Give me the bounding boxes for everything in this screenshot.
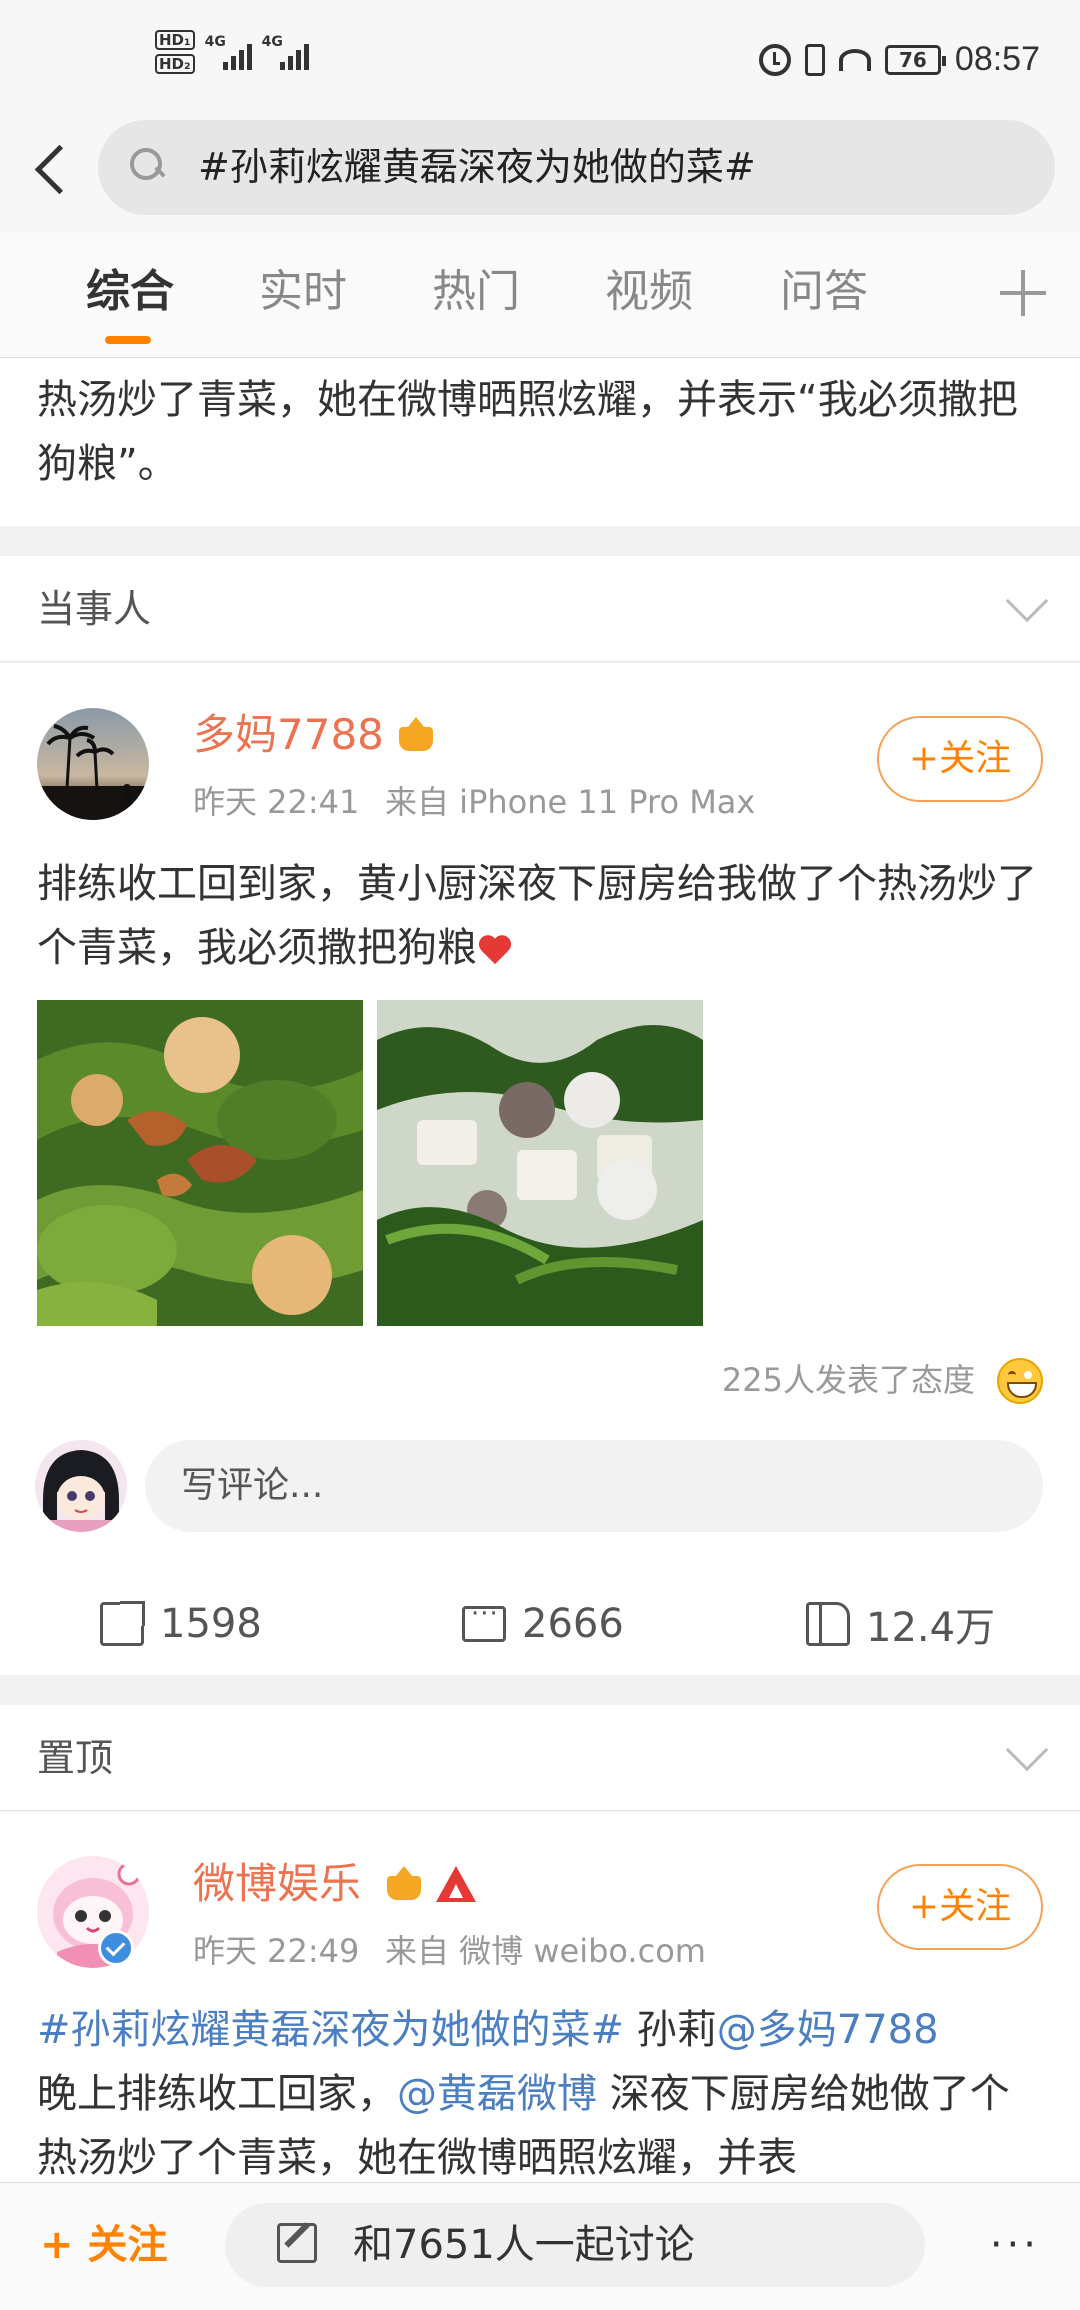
post-text: #孙莉炫耀黄磊深夜为她做的菜# 孙莉@多妈7788 晚上排练收工回家，@黄磊微博 … — [37, 1998, 1047, 2178]
follow-button[interactable]: +关注 — [877, 1864, 1043, 1950]
follow-button[interactable]: +关注 — [877, 716, 1043, 802]
username[interactable]: 多妈7788 — [193, 707, 384, 763]
post-text-body: 排练收工回到家，黄小厨深夜下厨房给我做了个热汤炒了个青菜，我必须撒把狗粮 — [37, 861, 1037, 971]
post-text-b: 晚上排练收工回家， — [37, 2071, 397, 2117]
like-count: 12.4万 — [866, 1605, 996, 1651]
previous-card: 热汤炒了青菜，她在微博晒照炫耀，并表示“我必须撒把狗粮”。 — [0, 358, 1080, 526]
vip-badge-icon — [436, 1866, 476, 1902]
tab-bar: 综合 实时 热门 视频 问答 — [0, 232, 1080, 358]
search-header: #孙莉炫耀黄磊深夜为她做的菜# — [0, 120, 1080, 232]
my-avatar — [35, 1440, 127, 1532]
speed-icon — [838, 48, 871, 71]
tab-qa[interactable]: 问答 — [780, 262, 868, 322]
post-source: 来自 微博 weibo.com — [385, 1932, 706, 1970]
discuss-label: 和7651人一起讨论 — [353, 2222, 695, 2268]
hd-badge: HD₁ HD₂ — [155, 30, 195, 74]
reactions-count[interactable]: 225人发表了态度 — [722, 1358, 975, 1402]
laugh-icon[interactable] — [997, 1358, 1043, 1404]
avatar[interactable] — [37, 708, 149, 820]
mention-link[interactable]: @黄磊微博 — [397, 2071, 597, 2117]
net1-label: 4G — [204, 34, 226, 50]
follow-topic-button[interactable]: + 关注 — [40, 2215, 167, 2275]
post-text: 排练收工回到家，黄小厨深夜下厨房给我做了个热汤炒了个青菜，我必须撒把狗粮 — [37, 852, 1047, 980]
battery-icon: 76 — [884, 44, 946, 75]
signal-icon: 4G — [262, 34, 309, 70]
section-header-party[interactable]: 当事人 — [0, 556, 1080, 662]
network-indicators: HD₁ HD₂ 4G 4G — [155, 30, 309, 74]
like-icon — [806, 1602, 850, 1646]
comment-count: 2666 — [522, 1601, 624, 1647]
post-time: 昨天 22:41 — [193, 783, 360, 821]
post-source: 来自 iPhone 11 Pro Max — [385, 783, 756, 821]
post-text-a: 孙莉 — [624, 2007, 717, 2053]
section-header-pinned[interactable]: 置顶 — [0, 1705, 1080, 1811]
section-title: 当事人 — [37, 587, 152, 631]
post-time: 昨天 22:49 — [193, 1932, 360, 1970]
search-input[interactable]: #孙莉炫耀黄磊深夜为她做的菜# — [98, 120, 1055, 215]
chevron-down-icon[interactable] — [1005, 579, 1049, 623]
system-indicators: 76 08:57 — [758, 40, 1040, 79]
more-icon[interactable]: ··· — [990, 2215, 1040, 2275]
edit-icon — [277, 2223, 317, 2263]
section-title: 置顶 — [37, 1736, 114, 1780]
discuss-button[interactable]: 和7651人一起讨论 — [225, 2203, 925, 2287]
mention-link[interactable]: @多妈7788 — [717, 2007, 939, 2053]
search-icon — [130, 148, 166, 184]
tab-video[interactable]: 视频 — [605, 262, 693, 322]
clock: 08:57 — [954, 40, 1040, 78]
crown-icon — [395, 715, 439, 755]
tab-hot[interactable]: 热门 — [432, 262, 520, 322]
hd1-label: HD₁ — [155, 30, 195, 50]
repost-count: 1598 — [160, 1601, 262, 1647]
alarm-icon — [758, 43, 791, 76]
hd2-label: HD₂ — [155, 54, 195, 74]
chevron-down-icon[interactable] — [1005, 1728, 1049, 1772]
hashtag-link[interactable]: #孙莉炫耀黄磊深夜为她做的菜# — [37, 2007, 624, 2053]
add-tab-icon[interactable] — [1000, 270, 1046, 316]
bottom-bar: + 关注 和7651人一起讨论 ··· — [0, 2182, 1080, 2310]
comment-button[interactable]: 2666 — [462, 1592, 624, 1656]
tab-comprehensive[interactable]: 综合 — [86, 262, 174, 322]
heart-icon — [477, 934, 513, 966]
back-button[interactable] — [28, 138, 78, 202]
comment-icon — [462, 1599, 506, 1642]
search-query: #孙莉炫耀黄磊深夜为她做的菜# — [198, 145, 756, 189]
post-photo[interactable] — [37, 1000, 363, 1326]
signal-icon: 4G — [205, 34, 252, 70]
like-button[interactable]: 12.4万 — [806, 1592, 995, 1656]
post-photo[interactable] — [377, 1000, 703, 1326]
repost-button[interactable]: 1598 — [100, 1592, 262, 1656]
previous-card-text: 热汤炒了青菜，她在微博晒照炫耀，并表示“我必须撒把狗粮”。 — [37, 377, 1018, 487]
tab-active-indicator — [105, 336, 151, 344]
net2-label: 4G — [261, 34, 283, 50]
share-icon — [100, 1601, 145, 1646]
username[interactable]: 微博娱乐 — [193, 1856, 361, 1912]
vibrate-icon — [804, 43, 825, 76]
verified-icon — [98, 1930, 134, 1966]
tab-realtime[interactable]: 实时 — [259, 262, 347, 322]
status-bar: HD₁ HD₂ 4G 4G 76 08:57 — [0, 0, 1080, 120]
comment-input[interactable]: 写评论... — [145, 1440, 1043, 1532]
crown-icon — [383, 1864, 427, 1904]
